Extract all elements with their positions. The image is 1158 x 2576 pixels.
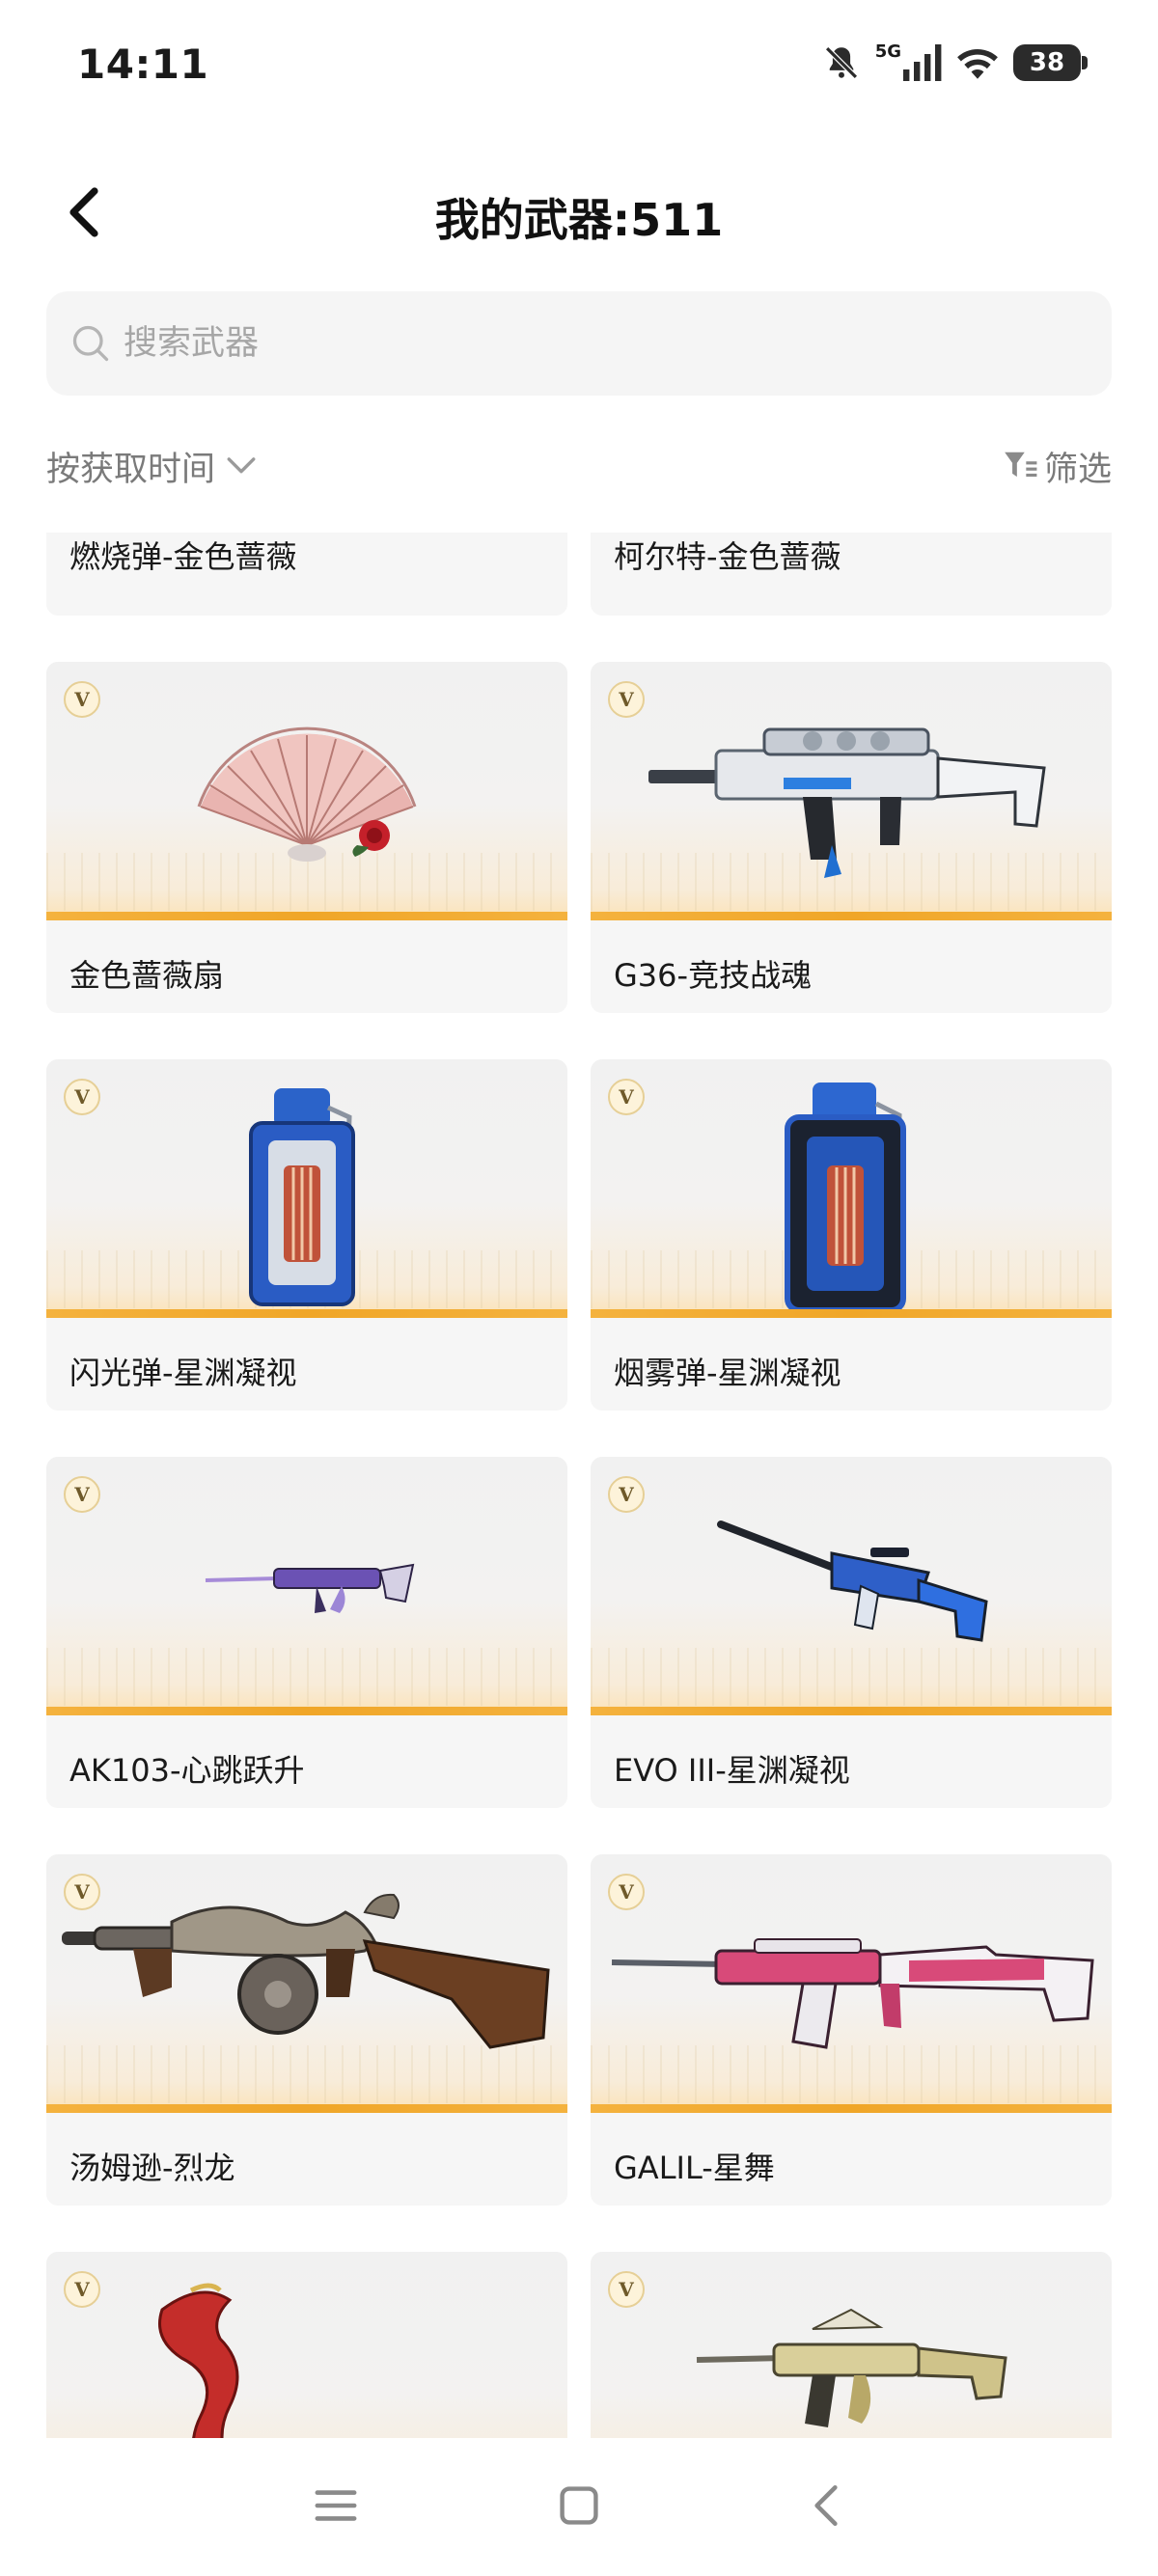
weapon-name: 金色蔷薇扇 xyxy=(69,957,225,994)
bell-muted-icon xyxy=(821,42,862,83)
weapon-name: EVO III-星渊凝视 xyxy=(614,1752,850,1789)
weapon-card[interactable]: V 烟雾弹-星渊凝视 xyxy=(591,1059,1112,1411)
weapon-card[interactable]: V AK103-心跳跃升 xyxy=(46,1457,567,1808)
status-time: 14:11 xyxy=(77,41,209,88)
fan-weapon-icon xyxy=(197,726,417,862)
weapon-card[interactable]: 柯尔特-金色蔷薇 xyxy=(591,533,1112,616)
system-back-button[interactable] xyxy=(797,2477,855,2535)
weapon-card[interactable]: V 汤姆逊-烈龙 xyxy=(46,1854,567,2206)
weapon-image: V xyxy=(46,2252,567,2438)
rifle-weapon-icon xyxy=(696,2308,1007,2427)
weapon-list[interactable]: 燃烧弹-金色蔷薇 柯尔特-金色蔷薇 V 金色蔷薇扇 V G36-竞技战魂 V 闪… xyxy=(0,533,1158,2438)
weapon-card[interactable]: V G36-竞技战魂 xyxy=(591,662,1112,1013)
weapon-card[interactable]: V xyxy=(46,2252,567,2438)
battery-level: 38 xyxy=(1029,48,1065,77)
weapon-name: 烟雾弹-星渊凝视 xyxy=(614,1355,841,1391)
network-type: 5G xyxy=(874,41,901,62)
menu-button[interactable] xyxy=(307,2477,365,2535)
rifle-weapon-icon xyxy=(205,1563,415,1613)
weapon-image: V xyxy=(591,662,1112,920)
grenade-weapon-icon xyxy=(249,1088,355,1306)
filter-icon xyxy=(1005,452,1037,478)
back-triangle-icon xyxy=(814,2485,838,2526)
search-input[interactable] xyxy=(124,324,992,363)
menu-icon xyxy=(315,2490,357,2521)
page-title: 我的武器:511 xyxy=(434,194,724,246)
weapon-image: V xyxy=(46,1059,567,1318)
weapon-card[interactable]: V xyxy=(46,662,567,1013)
battery-icon: 38 xyxy=(1013,44,1088,81)
sort-dropdown[interactable]: 按获取时间 xyxy=(46,442,258,490)
weapon-name: 柯尔特-金色蔷薇 xyxy=(614,538,841,575)
weapon-name: GALIL-星舞 xyxy=(614,2150,775,2186)
filter-label: 筛选 xyxy=(1043,450,1112,489)
cellular-signal-icon xyxy=(903,44,942,81)
weapon-image: V xyxy=(46,1457,567,1715)
sort-label: 按获取时间 xyxy=(46,450,216,489)
weapon-image: V xyxy=(591,1059,1112,1318)
rifle-weapon-icon xyxy=(648,727,1046,878)
weapon-image: V xyxy=(591,1854,1112,2113)
weapon-image: V xyxy=(46,1854,567,2113)
weapon-card[interactable]: V EVO III-星渊凝视 xyxy=(591,1457,1112,1808)
smg-weapon-icon xyxy=(717,1521,988,1642)
tommy-gun-weapon-icon xyxy=(62,1893,550,2049)
weapon-image: V xyxy=(46,662,567,920)
weapon-name: AK103-心跳跃升 xyxy=(69,1752,305,1789)
search-icon xyxy=(72,325,109,362)
weapon-card[interactable]: V xyxy=(591,2252,1112,2438)
weapon-grid: 燃烧弹-金色蔷薇 柯尔特-金色蔷薇 V 金色蔷薇扇 V G36-竞技战魂 V 闪… xyxy=(46,533,1112,2438)
weapon-name: G36-竞技战魂 xyxy=(614,957,813,994)
status-bar: 14:11 5G 38 xyxy=(0,0,1158,130)
home-button[interactable] xyxy=(550,2477,608,2535)
wifi-icon xyxy=(955,44,1000,81)
rifle-weapon-icon xyxy=(611,1938,1094,2049)
weapon-name: 闪光弹-星渊凝视 xyxy=(69,1355,297,1391)
search-box[interactable] xyxy=(46,291,1112,396)
weapon-card[interactable]: V 闪光弹-星渊凝视 xyxy=(46,1059,567,1411)
dragon-melee-weapon-icon xyxy=(158,2283,239,2438)
system-nav-bar xyxy=(0,2438,1158,2576)
weapon-name: 燃烧弹-金色蔷薇 xyxy=(69,538,297,575)
grenade-weapon-icon xyxy=(785,1082,906,1313)
weapon-card[interactable]: V GALIL-星舞 xyxy=(591,1854,1112,2206)
weapon-name: 汤姆逊-烈龙 xyxy=(69,2150,235,2186)
weapon-image: V xyxy=(591,2252,1112,2438)
filter-button[interactable]: 筛选 xyxy=(1002,442,1112,490)
page-header: 我的武器:511 xyxy=(0,164,1158,260)
status-icons: 5G 38 xyxy=(821,39,1088,87)
weapon-image: V xyxy=(591,1457,1112,1715)
home-square-icon xyxy=(560,2486,598,2525)
chevron-down-icon xyxy=(227,457,256,474)
weapon-card[interactable]: 燃烧弹-金色蔷薇 xyxy=(46,533,567,616)
